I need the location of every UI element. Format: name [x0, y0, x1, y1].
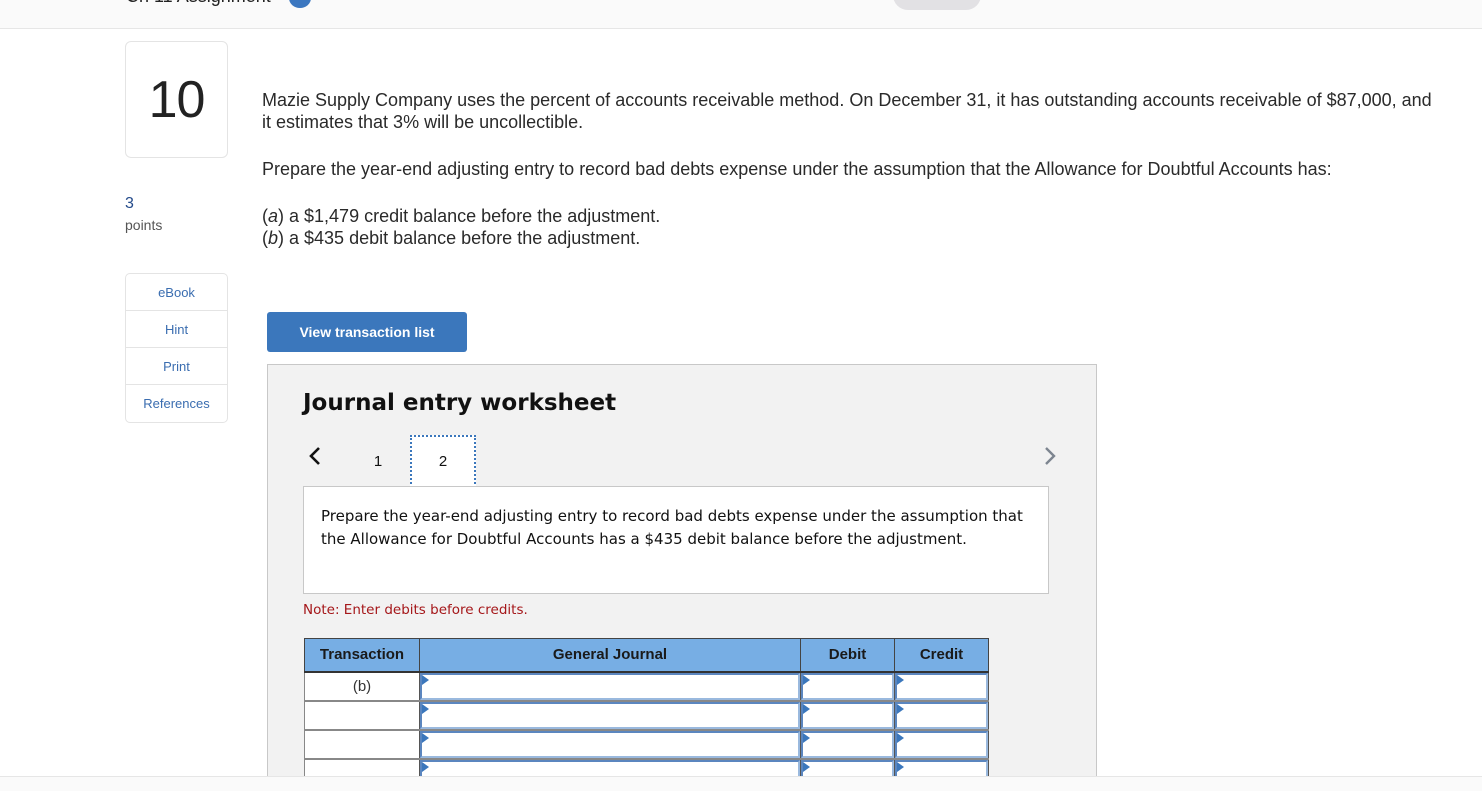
general-journal-select[interactable]	[420, 701, 800, 729]
general-journal-select[interactable]	[420, 730, 800, 758]
worksheet-description: Prepare the year-end adjusting entry to …	[303, 486, 1049, 594]
question-text: Mazie Supply Company uses the percent of…	[262, 89, 1442, 249]
header-transaction: Transaction	[304, 638, 420, 673]
sidenav-item-ebook[interactable]: eBook	[126, 274, 227, 311]
worksheet-tab-1[interactable]: 1	[345, 435, 411, 488]
worksheet-tab-2[interactable]: 2	[410, 435, 476, 488]
chevron-left-icon[interactable]	[306, 445, 324, 467]
top-header-bar: Ch 11 Assignment	[0, 0, 1482, 29]
question-paragraph-1: Mazie Supply Company uses the percent of…	[262, 90, 1432, 132]
resource-nav: eBook Hint Print References	[125, 273, 228, 423]
debit-input[interactable]	[801, 759, 894, 776]
worksheet-note: Note: Enter debits before credits.	[303, 602, 528, 618]
part-text: a $435 debit balance before the adjustme…	[284, 228, 641, 248]
table-row	[304, 729, 989, 760]
part-text: a $1,479 credit balance before the adjus…	[284, 206, 661, 226]
footer-divider	[0, 776, 1482, 791]
credit-input[interactable]	[895, 759, 988, 776]
points-label: points	[125, 217, 163, 233]
journal-table-header: Transaction General Journal Debit Credit	[304, 638, 989, 673]
credit-input[interactable]	[895, 672, 988, 700]
sidenav-item-hint[interactable]: Hint	[126, 311, 227, 348]
sidenav-item-print[interactable]: Print	[126, 348, 227, 385]
question-paragraph-2: Prepare the year-end adjusting entry to …	[262, 159, 1332, 179]
part-label: a	[268, 206, 279, 226]
table-row	[304, 700, 989, 731]
table-row: (b)	[304, 671, 989, 702]
debit-input[interactable]	[801, 672, 894, 700]
worksheet-title: Journal entry worksheet	[303, 390, 617, 416]
header-general-journal: General Journal	[419, 638, 801, 673]
credit-input[interactable]	[895, 730, 988, 758]
header-credit: Credit	[894, 638, 989, 673]
debit-input[interactable]	[801, 730, 894, 758]
view-transaction-list-button[interactable]: View transaction list	[267, 312, 467, 352]
journal-entry-worksheet: Journal entry worksheet 1 2 Prepare the …	[267, 364, 1097, 776]
transaction-cell	[304, 758, 420, 776]
question-part-a: (a) a $1,479 credit balance before the a…	[262, 206, 661, 226]
sidenav-item-references[interactable]: References	[126, 385, 227, 422]
chevron-right-icon[interactable]	[1041, 445, 1059, 467]
assignment-title: Ch 11 Assignment	[126, 0, 271, 6]
header-pill-button[interactable]	[893, 0, 981, 10]
debit-input[interactable]	[801, 701, 894, 729]
table-row	[304, 758, 989, 776]
transaction-cell	[304, 700, 420, 731]
points-info: 3 points	[125, 195, 162, 234]
transaction-cell: (b)	[304, 671, 420, 702]
info-circle-icon[interactable]	[289, 0, 311, 8]
general-journal-select[interactable]	[420, 759, 800, 776]
question-parts: (a) a $1,479 credit balance before the a…	[262, 205, 1442, 249]
part-label: b	[268, 228, 279, 248]
question-number-box: 10	[125, 41, 228, 158]
question-part-b: (b) a $435 debit balance before the adju…	[262, 228, 641, 248]
header-debit: Debit	[800, 638, 895, 673]
question-number: 10	[148, 70, 206, 129]
journal-table: Transaction General Journal Debit Credit…	[304, 638, 989, 776]
points-value: 3	[125, 195, 134, 212]
credit-input[interactable]	[895, 701, 988, 729]
general-journal-select[interactable]	[420, 672, 800, 700]
transaction-cell	[304, 729, 420, 760]
